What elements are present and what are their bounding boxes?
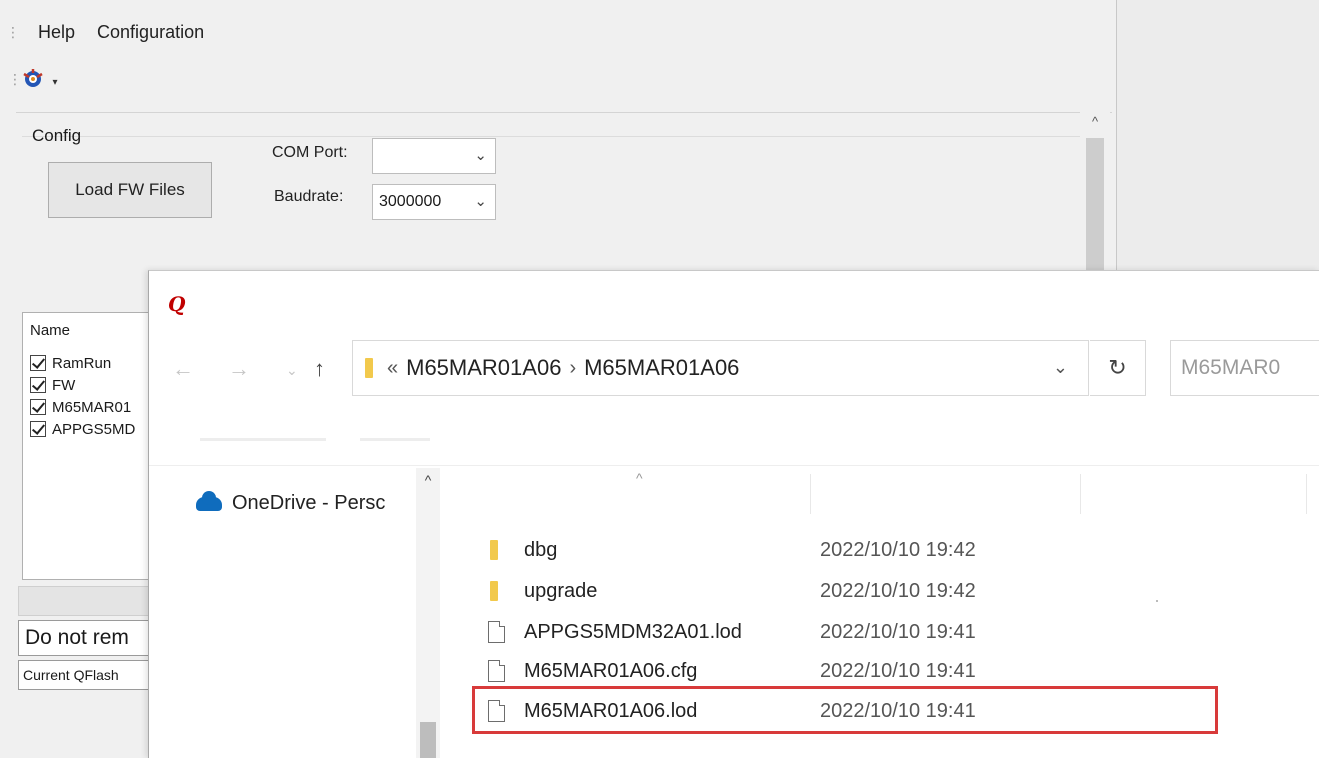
chevron-down-icon: ⌄ — [474, 147, 487, 164]
background-panel — [1117, 0, 1319, 280]
folder-icon — [365, 358, 373, 378]
list-header-name[interactable]: Name — [30, 322, 70, 339]
nav-item-label: OneDrive - Persc — [232, 492, 386, 514]
scroll-thumb[interactable] — [1086, 138, 1104, 288]
dialog-app-logo: Q — [168, 292, 186, 316]
document-icon — [488, 660, 510, 682]
list-item-label: APPGS5MD — [52, 420, 136, 438]
checkbox-checked[interactable] — [30, 421, 46, 437]
status-text: Current QFlash — [18, 660, 158, 690]
file-date: 2022/10/10 19:41 — [820, 620, 976, 643]
file-row[interactable]: upgrade 2022/10/10 19:42 — [488, 574, 976, 608]
document-icon — [488, 621, 510, 643]
chevron-down-icon[interactable]: ⌄ — [1053, 357, 1068, 378]
baudrate-label: Baudrate: — [274, 188, 344, 205]
nav-item-onedrive[interactable]: OneDrive - Persc — [196, 490, 386, 515]
list-item[interactable]: APPGS5MD — [30, 418, 135, 440]
list-item[interactable]: RamRun — [30, 352, 111, 374]
file-date: 2022/10/10 19:42 — [820, 538, 976, 561]
main-vertical-scrollbar[interactable]: ^ — [1080, 112, 1110, 288]
up-arrow-icon[interactable]: ↑ — [314, 356, 325, 382]
scroll-up-icon[interactable]: ^ — [1080, 114, 1110, 130]
checkbox-checked[interactable] — [30, 377, 46, 393]
file-row[interactable]: M65MAR01A06.cfg 2022/10/10 19:41 — [488, 654, 976, 688]
folder-icon — [488, 581, 510, 601]
sort-ascending-icon[interactable]: ^ — [636, 470, 643, 486]
progress-bar — [18, 586, 158, 616]
file-row[interactable]: APPGS5MDM32A01.lod 2022/10/10 19:41 — [488, 615, 976, 649]
file-name: M65MAR01A06.cfg — [524, 659, 698, 682]
column-divider[interactable] — [1080, 474, 1081, 514]
folder-icon — [488, 540, 510, 560]
config-legend: Config — [32, 126, 82, 145]
checkbox-checked[interactable] — [30, 399, 46, 415]
address-overflow[interactable]: « — [387, 357, 398, 380]
nav-pane-scrollbar[interactable]: ^ — [416, 468, 440, 758]
file-name: dbg — [524, 538, 558, 561]
command-bar-divider — [200, 438, 326, 441]
file-name: APPGS5MDM32A01.lod — [524, 620, 742, 643]
toolbar-grip-icon: ⋮ — [8, 70, 22, 87]
search-input[interactable]: M65MAR0 — [1170, 340, 1319, 396]
stray-dot — [1156, 600, 1158, 602]
breadcrumb-item[interactable]: M65MAR01A06 — [406, 355, 561, 381]
menu-configuration[interactable]: Configuration — [97, 22, 204, 43]
recent-dropdown-icon[interactable]: ⌄ — [286, 362, 298, 379]
breadcrumb-separator-icon[interactable]: › — [569, 357, 576, 380]
list-item[interactable]: M65MAR01 — [30, 396, 131, 418]
app-gear-icon[interactable] — [18, 66, 48, 92]
scroll-thumb[interactable] — [420, 722, 436, 758]
back-arrow-icon[interactable]: ← — [172, 356, 194, 382]
toolbar: ⋮ ▾ — [8, 62, 62, 96]
file-date: 2022/10/10 19:41 — [820, 659, 976, 682]
checkbox-checked[interactable] — [30, 355, 46, 371]
column-divider[interactable] — [810, 474, 811, 514]
command-bar-divider — [360, 438, 430, 441]
menubar: ⋮ Help Configuration — [0, 14, 204, 50]
file-list-header — [440, 468, 1319, 518]
file-date: 2022/10/10 19:42 — [820, 579, 976, 602]
highlight-box — [472, 686, 1218, 734]
menu-help[interactable]: Help — [38, 22, 75, 43]
file-name: upgrade — [524, 579, 598, 602]
list-item-label: RamRun — [52, 354, 112, 372]
onedrive-cloud-icon — [196, 490, 222, 511]
list-item-label: M65MAR01 — [52, 398, 132, 416]
forward-arrow-icon[interactable]: → — [228, 356, 250, 382]
scroll-up-icon[interactable]: ^ — [416, 472, 440, 488]
baudrate-value: 3000000 — [379, 193, 442, 210]
dialog-command-bar — [149, 400, 1319, 466]
menubar-grip-icon: ⋮ — [6, 23, 20, 40]
com-port-label: COM Port: — [272, 144, 348, 161]
file-row[interactable]: dbg 2022/10/10 19:42 — [488, 533, 976, 567]
column-divider[interactable] — [1306, 474, 1307, 514]
list-item-label: FW — [52, 376, 76, 394]
load-fw-files-button[interactable]: Load FW Files — [48, 162, 212, 218]
refresh-icon: ↻ — [1108, 355, 1127, 380]
warning-text: Do not rem — [18, 620, 158, 656]
com-port-select[interactable]: ⌄ — [372, 138, 496, 174]
baudrate-select[interactable]: 3000000 ⌄ — [372, 184, 496, 220]
refresh-button[interactable]: ↻ — [1090, 340, 1146, 396]
toolbar-dropdown-icon[interactable]: ▾ — [48, 66, 62, 92]
search-placeholder: M65MAR0 — [1181, 356, 1281, 379]
address-bar[interactable]: « M65MAR01A06 › M65MAR01A06 ⌄ — [352, 340, 1089, 396]
breadcrumb-item[interactable]: M65MAR01A06 — [584, 355, 739, 381]
list-item[interactable]: FW — [30, 374, 75, 396]
chevron-down-icon: ⌄ — [474, 193, 487, 210]
